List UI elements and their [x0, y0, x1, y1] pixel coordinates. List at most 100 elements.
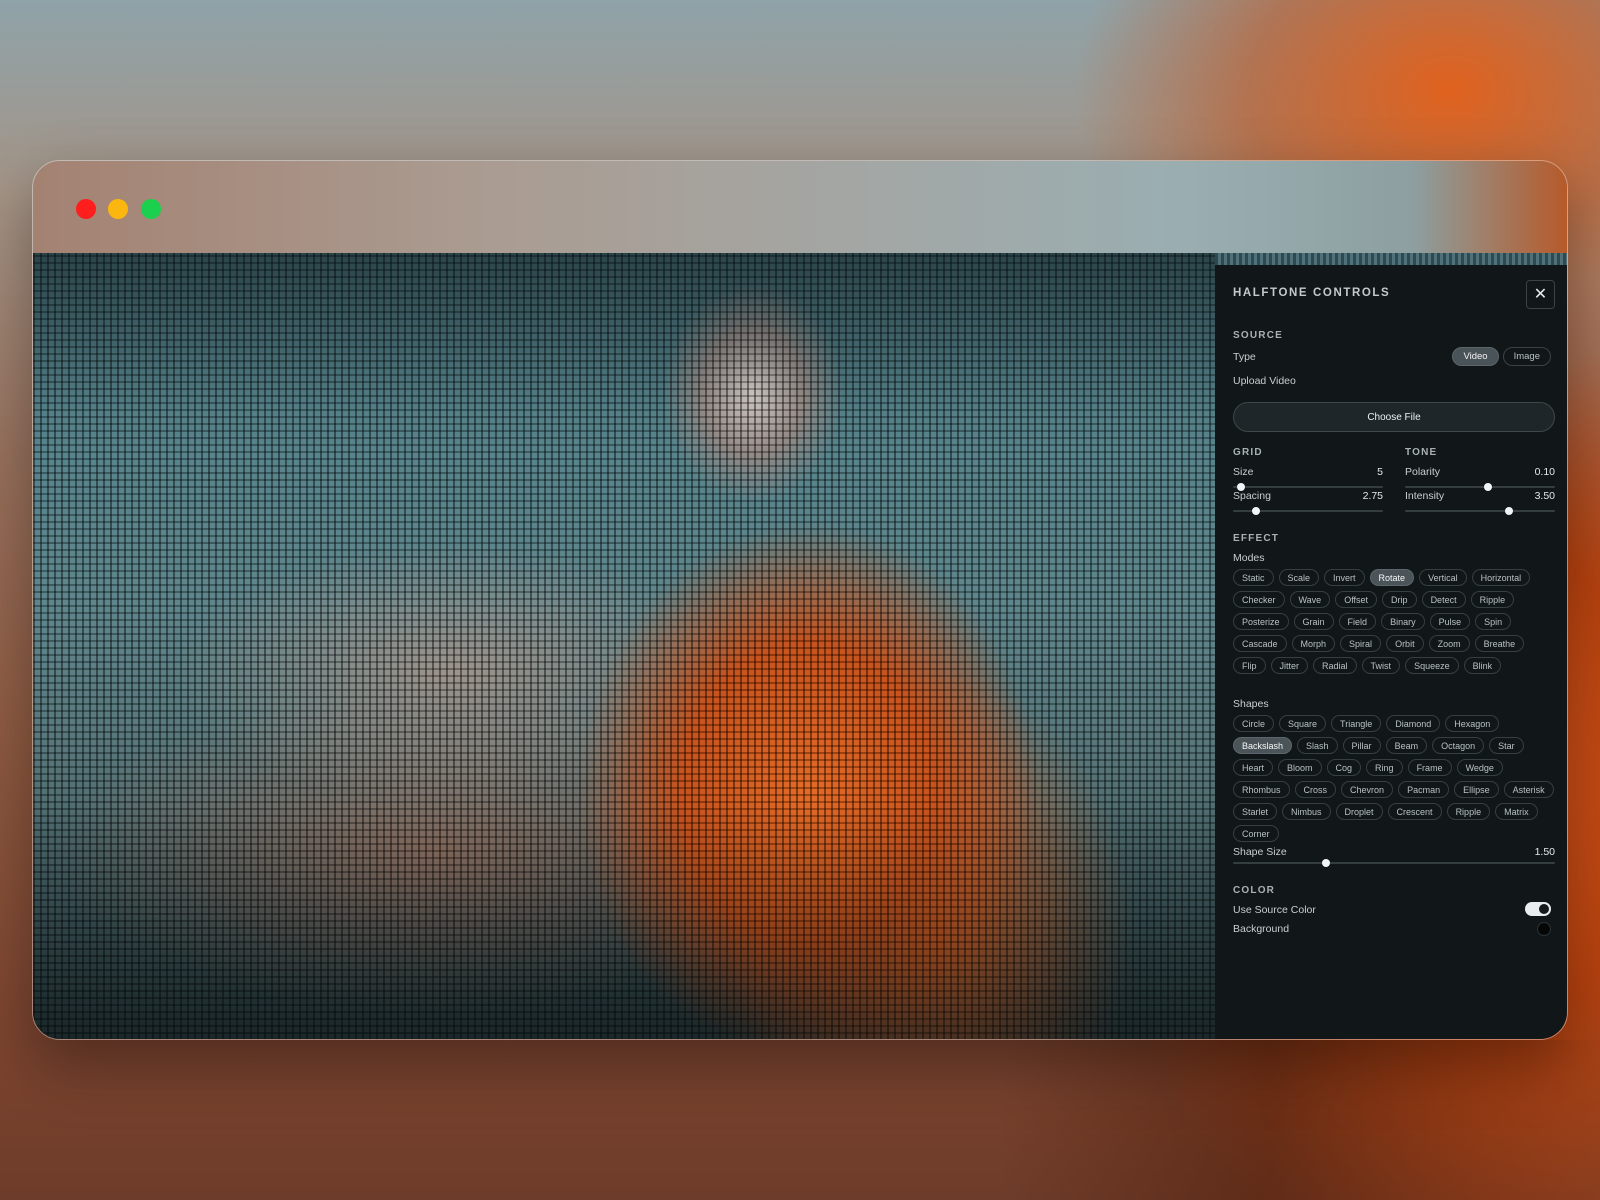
shape-size-slider-thumb[interactable]	[1322, 859, 1331, 867]
effect-section-label: EFFECT	[1233, 533, 1280, 544]
background-photo	[1000, 1040, 1600, 1200]
shape-chip-pacman[interactable]: Pacman	[1398, 781, 1450, 798]
mode-chip-rotate[interactable]: Rotate	[1369, 569, 1415, 586]
mode-chip-blink[interactable]: Blink	[1463, 657, 1502, 674]
mode-chip-checker[interactable]: Checker	[1233, 591, 1285, 608]
minimize-window-button[interactable]	[108, 199, 128, 219]
shape-chip-triangle[interactable]: Triangle	[1331, 715, 1382, 732]
shape-chip-droplet[interactable]: Droplet	[1335, 803, 1383, 820]
mode-chip-wave[interactable]: Wave	[1289, 591, 1331, 608]
mode-chip-spin[interactable]: Spin	[1475, 613, 1512, 630]
mode-chip-zoom[interactable]: Zoom	[1428, 635, 1470, 652]
mode-chip-detect[interactable]: Detect	[1421, 591, 1466, 608]
modes-label: Modes	[1233, 552, 1265, 564]
mode-chip-offset[interactable]: Offset	[1335, 591, 1378, 608]
mode-chip-flip[interactable]: Flip	[1233, 657, 1266, 674]
type-image-button[interactable]: Image	[1502, 347, 1551, 366]
background-color-swatch[interactable]	[1537, 922, 1551, 936]
polarity-value: 0.10	[1534, 466, 1555, 478]
maximize-window-button[interactable]	[141, 199, 161, 219]
use-source-color-toggle[interactable]	[1525, 902, 1551, 916]
mode-chip-orbit[interactable]: Orbit	[1386, 635, 1424, 652]
choose-file-button[interactable]: Choose File	[1233, 402, 1555, 432]
shape-chip-matrix[interactable]: Matrix	[1495, 803, 1538, 820]
shape-chip-rhombus[interactable]: Rhombus	[1233, 781, 1290, 798]
shape-chip-crescent[interactable]: Crescent	[1387, 803, 1442, 820]
mode-chip-twist[interactable]: Twist	[1361, 657, 1401, 674]
intensity-slider[interactable]	[1405, 505, 1555, 517]
mode-chip-pulse[interactable]: Pulse	[1429, 613, 1471, 630]
shape-chip-pillar[interactable]: Pillar	[1342, 737, 1381, 754]
type-label: Type	[1233, 351, 1256, 363]
shape-chip-ring[interactable]: Ring	[1366, 759, 1403, 776]
shape-chip-wedge[interactable]: Wedge	[1456, 759, 1503, 776]
shape-chip-octagon[interactable]: Octagon	[1432, 737, 1485, 754]
close-icon: ✕	[1533, 285, 1548, 303]
mode-chip-ripple[interactable]: Ripple	[1470, 591, 1515, 608]
mode-chip-horizontal[interactable]: Horizontal	[1471, 569, 1531, 586]
mode-chip-breathe[interactable]: Breathe	[1474, 635, 1525, 652]
shape-chip-starlet[interactable]: Starlet	[1233, 803, 1278, 820]
shape-chip-circle[interactable]: Circle	[1233, 715, 1275, 732]
mode-chip-posterize[interactable]: Posterize	[1233, 613, 1289, 630]
panel-top-edge	[1215, 253, 1567, 265]
mode-chip-binary[interactable]: Binary	[1381, 613, 1425, 630]
intensity-value: 3.50	[1534, 490, 1555, 502]
mode-chip-invert[interactable]: Invert	[1324, 569, 1365, 586]
polarity-slider-thumb[interactable]	[1483, 483, 1492, 491]
shape-chip-chevron[interactable]: Chevron	[1341, 781, 1394, 798]
shape-size-slider[interactable]	[1233, 857, 1555, 869]
halftone-preview-canvas[interactable]	[33, 253, 1215, 1039]
mode-chip-vertical[interactable]: Vertical	[1419, 569, 1467, 586]
shape-chip-beam[interactable]: Beam	[1385, 737, 1428, 754]
mode-chip-cascade[interactable]: Cascade	[1233, 635, 1287, 652]
intensity-label: Intensity	[1405, 490, 1445, 502]
shape-chip-backslash[interactable]: Backslash	[1233, 737, 1293, 754]
shape-chip-nimbus[interactable]: Nimbus	[1282, 803, 1331, 820]
modes-chip-group: Static Scale Invert Rotate Vertical Horizonta…	[1233, 569, 1555, 674]
mode-chip-static[interactable]: Static	[1233, 569, 1274, 586]
intensity-slider-thumb[interactable]	[1504, 507, 1513, 515]
mode-chip-morph[interactable]: Morph	[1291, 635, 1336, 652]
app-window: HALFTONE CONTROLS ✕ SOURCE Type Video Im…	[32, 160, 1568, 1040]
mode-chip-field[interactable]: Field	[1338, 613, 1377, 630]
mode-chip-grain[interactable]: Grain	[1293, 613, 1334, 630]
shape-chip-square[interactable]: Square	[1279, 715, 1327, 732]
mode-chip-spiral[interactable]: Spiral	[1340, 635, 1382, 652]
spacing-slider[interactable]	[1233, 505, 1383, 517]
panel-title: HALFTONE CONTROLS	[1233, 287, 1391, 299]
mode-chip-squeeze[interactable]: Squeeze	[1405, 657, 1459, 674]
use-source-color-label: Use Source Color	[1233, 904, 1316, 916]
spacing-slider-thumb[interactable]	[1251, 507, 1260, 515]
size-label: Size	[1233, 466, 1254, 478]
type-video-button[interactable]: Video	[1452, 347, 1499, 366]
close-panel-button[interactable]: ✕	[1526, 280, 1555, 309]
shape-chip-heart[interactable]: Heart	[1233, 759, 1274, 776]
shape-chip-hexagon[interactable]: Hexagon	[1445, 715, 1500, 732]
polarity-slider-track	[1405, 486, 1555, 488]
halftone-controls-panel: HALFTONE CONTROLS ✕ SOURCE Type Video Im…	[1215, 253, 1567, 1039]
shape-chip-star[interactable]: Star	[1489, 737, 1524, 754]
shape-chip-corner[interactable]: Corner	[1233, 825, 1279, 842]
mode-chip-drip[interactable]: Drip	[1382, 591, 1417, 608]
mode-chip-radial[interactable]: Radial	[1313, 657, 1357, 674]
size-value: 5	[1377, 466, 1383, 478]
shape-chip-bloom[interactable]: Bloom	[1278, 759, 1322, 776]
shape-chip-cross[interactable]: Cross	[1294, 781, 1337, 798]
shape-chip-asterisk[interactable]: Asterisk	[1503, 781, 1554, 798]
shape-chip-diamond[interactable]: Diamond	[1386, 715, 1441, 732]
shape-chip-slash[interactable]: Slash	[1297, 737, 1338, 754]
shape-chip-ellipse[interactable]: Ellipse	[1454, 781, 1499, 798]
shape-chip-cog[interactable]: Cog	[1326, 759, 1362, 776]
spacing-label: Spacing	[1233, 490, 1271, 502]
shape-chip-frame[interactable]: Frame	[1407, 759, 1452, 776]
source-section-label: SOURCE	[1233, 330, 1283, 341]
mode-chip-scale[interactable]: Scale	[1278, 569, 1320, 586]
close-window-button[interactable]	[76, 199, 96, 219]
shape-chip-ripple[interactable]: Ripple	[1446, 803, 1491, 820]
window-titlebar	[33, 161, 1567, 253]
shapes-label: Shapes	[1233, 698, 1269, 710]
mode-chip-jitter[interactable]: Jitter	[1270, 657, 1309, 674]
size-slider-track	[1233, 486, 1383, 488]
grid-section-label: GRID	[1233, 447, 1263, 458]
